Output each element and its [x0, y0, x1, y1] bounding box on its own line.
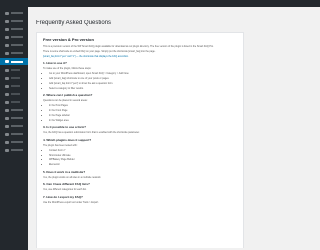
- list-item: Go to your WordPress dashboard, open Sma…: [49, 72, 237, 75]
- sidebar-item-label: [11, 93, 20, 95]
- question-4: 4. Which plugins does it support?: [43, 137, 92, 142]
- sidebar-item-label: [11, 85, 20, 87]
- list-item: In the Widget area: [49, 119, 237, 122]
- menu-icon: [5, 132, 9, 136]
- menu-icon: [5, 92, 9, 96]
- sidebar-item-label: [11, 69, 20, 71]
- list-item: In the Page sidebar: [49, 114, 237, 117]
- question-5: 5. Does it work in a multisite?: [43, 169, 86, 174]
- list-item: In the Post Pages: [49, 104, 237, 107]
- page-title: Frequently Asked Questions: [36, 20, 112, 26]
- question-2: 2. Where can I publish a question?: [43, 93, 93, 98]
- menu-icon: [5, 27, 9, 31]
- sidebar-item-label: [11, 12, 23, 14]
- menu-icon: [5, 140, 9, 144]
- sidebar-item-label: [11, 28, 23, 30]
- admin-sidebar: [0, 0, 28, 250]
- menu-icon: [5, 108, 9, 112]
- list-item: Add [smart_faq] shortcode to one of your…: [49, 77, 237, 80]
- sidebar-item-label: [11, 149, 23, 151]
- menu-icon: [5, 19, 9, 23]
- menu-icon: [5, 60, 9, 63]
- sidebar-item-label: [11, 44, 23, 46]
- sidebar-item-collapse-menu[interactable]: [0, 147, 28, 153]
- sidebar-item-label: [11, 125, 23, 127]
- sidebar-item-label: [11, 141, 23, 143]
- sidebar-item-categories[interactable]: [0, 83, 28, 89]
- menu-icon: [5, 100, 9, 104]
- sidebar-item-label: [11, 77, 20, 79]
- sidebar-item-users[interactable]: [0, 123, 28, 129]
- sidebar-item-settings[interactable]: [0, 139, 28, 145]
- intro-text: This is a premium version of the WP Smar…: [43, 45, 214, 48]
- section-heading: Free version & Pro version: [43, 37, 94, 42]
- question-3: 3. Is it possible to use a form?: [43, 125, 87, 130]
- menu-icon: [5, 124, 9, 128]
- question-7: 7. How do I export my FAQ?: [43, 194, 83, 199]
- main-content: Frequently Asked Questions Free version …: [36, 20, 244, 248]
- sidebar-item-label: [11, 60, 23, 63]
- question-1: 1. How to use it?: [43, 61, 67, 66]
- sidebar-item-plugins[interactable]: [0, 115, 28, 121]
- sidebar-item-contact[interactable]: [0, 50, 28, 56]
- sidebar-item-smart-faq[interactable]: [0, 58, 28, 65]
- menu-icon: [5, 148, 9, 152]
- menu-icon: [5, 76, 9, 80]
- sidebar-item-label: [11, 101, 20, 103]
- sidebar-item-all-faqs[interactable]: [0, 67, 28, 73]
- sidebar-item-comments[interactable]: [0, 42, 28, 48]
- admin-bar: [28, 0, 320, 7]
- list-item: In the Front Page: [49, 109, 237, 112]
- menu-icon: [5, 68, 9, 72]
- menu-icon: [5, 84, 9, 88]
- sidebar-item-settings[interactable]: [0, 91, 28, 97]
- sidebar-item-tools[interactable]: [0, 131, 28, 137]
- menu-icon: [5, 35, 9, 39]
- sidebar-item-label: [11, 20, 23, 22]
- question-1-list: Go to your WordPress dashboard, open Sma…: [43, 72, 237, 90]
- question-3-text: Yes, the FAQ has a question submission f…: [43, 131, 140, 135]
- question-6: 6. Can I have different FAQ lists?: [43, 182, 90, 187]
- question-4-intro: The plugin has been tested with:: [43, 143, 78, 147]
- sidebar-item-dashboard[interactable]: [0, 10, 28, 16]
- sidebar-item-help[interactable]: [0, 99, 28, 105]
- menu-icon: [5, 51, 9, 55]
- question-7-text: Use the WordPress export tool under Tool…: [43, 200, 99, 204]
- faq-card: Free version & Pro version This is a pre…: [36, 32, 244, 248]
- question-5-text: Yes, the plugin works on all sites in a …: [43, 175, 102, 179]
- list-item: Contact Form 7: [49, 149, 237, 152]
- menu-icon: [5, 43, 9, 47]
- list-item: Elementor: [49, 163, 237, 166]
- sidebar-item-label: [11, 117, 23, 119]
- sidebar-item-label: [11, 52, 23, 54]
- sidebar-item-posts[interactable]: [0, 18, 28, 24]
- list-item: Add [smart_faq form="yes"] to show the a…: [49, 82, 237, 85]
- question-2-list: In the Post Pages In the Front Page In the…: [43, 104, 237, 122]
- shortcode-line: [smart_faq form="yes" cat="1"] — the sho…: [43, 54, 129, 58]
- question-6-text: Yes, use different categories for each l…: [43, 188, 87, 192]
- sidebar-item-label: [11, 36, 23, 38]
- intro-text-2: There is some shortcode to embed FAQ on …: [43, 49, 156, 53]
- sidebar-item-appearance[interactable]: [0, 107, 28, 113]
- menu-icon: [5, 116, 9, 120]
- question-4-list: Contact Form 7 Shortcodes UltimateWPBaker…: [43, 149, 237, 167]
- menu-icon: [5, 11, 9, 15]
- list-item: Shortcodes Ultimate: [49, 154, 237, 157]
- sidebar-item-pages[interactable]: [0, 34, 28, 40]
- question-2-intro: Questions can be placed in several areas…: [43, 99, 88, 103]
- sidebar-item-label: [11, 109, 23, 111]
- list-item: Select a category to filter results.: [49, 87, 237, 90]
- list-item: WPBakery Page Builder: [49, 158, 237, 161]
- question-1-intro: To make use of the plugin, follow these …: [43, 67, 92, 71]
- sidebar-item-media[interactable]: [0, 26, 28, 32]
- sidebar-item-add-new[interactable]: [0, 75, 28, 81]
- sidebar-item-label: [11, 133, 23, 135]
